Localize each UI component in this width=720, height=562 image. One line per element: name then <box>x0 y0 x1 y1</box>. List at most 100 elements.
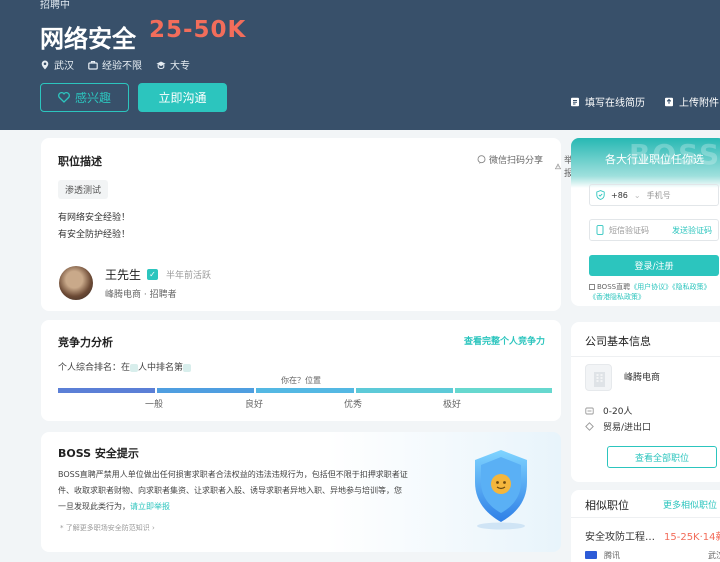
location-icon <box>41 60 49 69</box>
blurred-number <box>183 363 192 372</box>
safety-text: BOSS直聘严禁用人单位做出任何损害求职者合法权益的违法违规行为，包括但不限于扣… <box>58 467 408 515</box>
recruiter-name: 王先生 <box>105 268 142 282</box>
rank-line: 个人综合排名：在 人中排名第 <box>58 360 192 373</box>
rank-prefix: 个人综合排名：在 <box>58 363 131 373</box>
hiring-status: 招聘中 <box>40 0 70 11</box>
level-label: 极好 <box>443 400 462 410</box>
wechat-share-button[interactable]: 微信扫码分享 <box>477 153 543 166</box>
job-meta: 武汉 经验不限 大专 <box>40 57 190 72</box>
upload-label: 上传附件 <box>679 98 719 109</box>
agreement-checkbox[interactable] <box>589 284 595 290</box>
level-label: 一般 <box>145 400 164 410</box>
competitiveness-bar <box>58 388 553 393</box>
similar-job-company: 腾讯 <box>604 551 620 560</box>
upload-attachment-link[interactable]: 上传附件 <box>664 94 719 109</box>
bar-segment <box>256 388 354 393</box>
job-description-card: 职位描述 微信扫码分享 举报 渗透测试 有网络安全经验！ 有安全防护经验！ 王先… <box>41 138 573 311</box>
meta-city: 武汉 <box>40 57 74 72</box>
send-code-button[interactable]: 发送验证码 <box>672 225 712 236</box>
share-label: 微信扫码分享 <box>489 156 544 166</box>
phone-placeholder: 手机号 <box>646 190 671 200</box>
company-size-row: 0-20人 <box>585 404 632 417</box>
similar-title: 相似职位 <box>585 499 629 512</box>
skill-tag: 渗透测试 <box>58 180 109 199</box>
bar-segment <box>58 388 156 393</box>
recruiter-company: 峰腾电商 · 招聘者 <box>105 290 177 300</box>
shield-check-icon <box>596 190 605 200</box>
attachment-icon <box>665 97 673 106</box>
resume-icon <box>571 97 579 106</box>
verified-icon: ✓ <box>147 269 159 280</box>
description-line: 有安全防护经验！ <box>58 230 131 240</box>
safety-body: BOSS直聘严禁用人单位做出任何损害求职者合法权益的违法违规行为，包括但不限于扣… <box>58 470 408 511</box>
country-code[interactable]: +86 <box>611 191 628 200</box>
company-logo-icon <box>585 551 597 559</box>
recruiter-info: 王先生 ✓ 半年前活跃 <box>105 266 211 283</box>
full-competitiveness-link[interactable]: 查看完整个人竞争力 <box>464 334 545 347</box>
login-label: 登录/注册 <box>634 262 674 272</box>
divider <box>571 356 720 357</box>
description-title: 职位描述 <box>58 155 102 168</box>
level-label: 优秀 <box>344 400 363 410</box>
hk-privacy-link[interactable]: 《香港隐私政策》 <box>589 293 645 301</box>
view-all-jobs-button[interactable]: 查看全部职位 <box>607 446 717 468</box>
login-title: 各大行业职位任你选 <box>605 153 704 166</box>
interest-button[interactable]: 感兴趣 <box>40 83 129 112</box>
salary: 25-50K <box>149 17 247 43</box>
rank-mid: 人中排名第 <box>138 363 184 373</box>
resume-label: 填写在线简历 <box>585 98 645 109</box>
phone-field[interactable]: +86 ⌄ 手机号 <box>589 184 719 206</box>
blurred-number <box>130 363 139 372</box>
heart-icon <box>58 92 70 103</box>
building-icon <box>594 372 605 387</box>
chevron-down-icon: ⌄ <box>633 190 641 200</box>
safety-more-link[interactable]: * 了解更多职场安全防范知识 › <box>60 523 155 533</box>
meta-education: 大专 <box>156 57 190 72</box>
company-logo[interactable] <box>585 364 612 391</box>
graduation-cap-icon <box>156 61 166 69</box>
city-label: 武汉 <box>54 61 74 72</box>
company-industry-row: 贸易/进出口 <box>585 420 651 433</box>
you-here-label: 你在？位置 <box>281 376 321 385</box>
agree-prefix: BOSS直聘 <box>597 283 631 291</box>
level-label: 良好 <box>245 400 264 410</box>
divider <box>571 517 720 518</box>
agreement-text: BOSS直聘《用户协议》《隐私政策》 《香港隐私政策》 <box>589 282 720 302</box>
all-jobs-label: 查看全部职位 <box>634 453 689 464</box>
bar-segment <box>355 388 453 393</box>
privacy-policy-link[interactable]: 《隐私政策》 <box>672 283 711 291</box>
bar-segment <box>157 388 255 393</box>
sms-code-field[interactable]: 短信验证码 发送验证码 <box>589 219 719 241</box>
competitiveness-card: 竞争力分析 查看完整个人竞争力 个人综合排名：在 人中排名第 你在？位置 一般 良… <box>41 320 561 421</box>
interest-label: 感兴趣 <box>74 91 111 105</box>
recruiter-avatar[interactable] <box>59 266 93 300</box>
phone-icon <box>596 225 604 235</box>
fill-resume-link[interactable]: 填写在线简历 <box>570 94 645 109</box>
similar-job-salary: 15-25K·14薪 <box>664 532 720 543</box>
login-register-button[interactable]: 登录/注册 <box>589 255 719 276</box>
similar-job-city: 武汉 <box>708 551 720 560</box>
similar-job-title[interactable]: 安全攻防工程… <box>585 528 655 543</box>
company-name[interactable]: 峰腾电商 <box>624 370 660 383</box>
user-agreement-link[interactable]: 《用户协议》 <box>630 283 672 291</box>
team-icon <box>585 407 594 415</box>
report-now-link[interactable]: 请立即举报 <box>130 502 170 511</box>
wechat-icon <box>477 155 486 164</box>
chat-now-button[interactable]: 立即沟通 <box>138 83 227 112</box>
description-line: 有网络安全经验！ <box>58 213 131 223</box>
job-header: 招聘中 网络安全 25-50K 武汉 经验不限 大专 感兴趣 立即沟通 填写在线… <box>0 0 720 130</box>
safety-title: BOSS 安全提示 <box>58 447 139 460</box>
code-placeholder: 短信验证码 <box>609 225 649 235</box>
recruiter-active-status: 半年前活跃 <box>166 271 212 281</box>
description-text: 有网络安全经验！ 有安全防护经验！ <box>58 210 130 244</box>
bar-segment <box>454 388 553 393</box>
security-shield-icon <box>475 450 527 530</box>
company-size: 0-20人 <box>603 407 633 417</box>
meta-experience: 经验不限 <box>88 57 142 72</box>
more-similar-link[interactable]: 更多相似职位 <box>663 498 717 511</box>
competitiveness-title: 竞争力分析 <box>58 336 113 349</box>
company-industry: 贸易/进出口 <box>603 423 652 433</box>
briefcase-icon <box>88 60 98 70</box>
safety-tips-card: BOSS 安全提示 BOSS直聘严禁用人单位做出任何损害求职者合法权益的违法违规… <box>41 432 561 552</box>
education-label: 大专 <box>170 61 190 72</box>
